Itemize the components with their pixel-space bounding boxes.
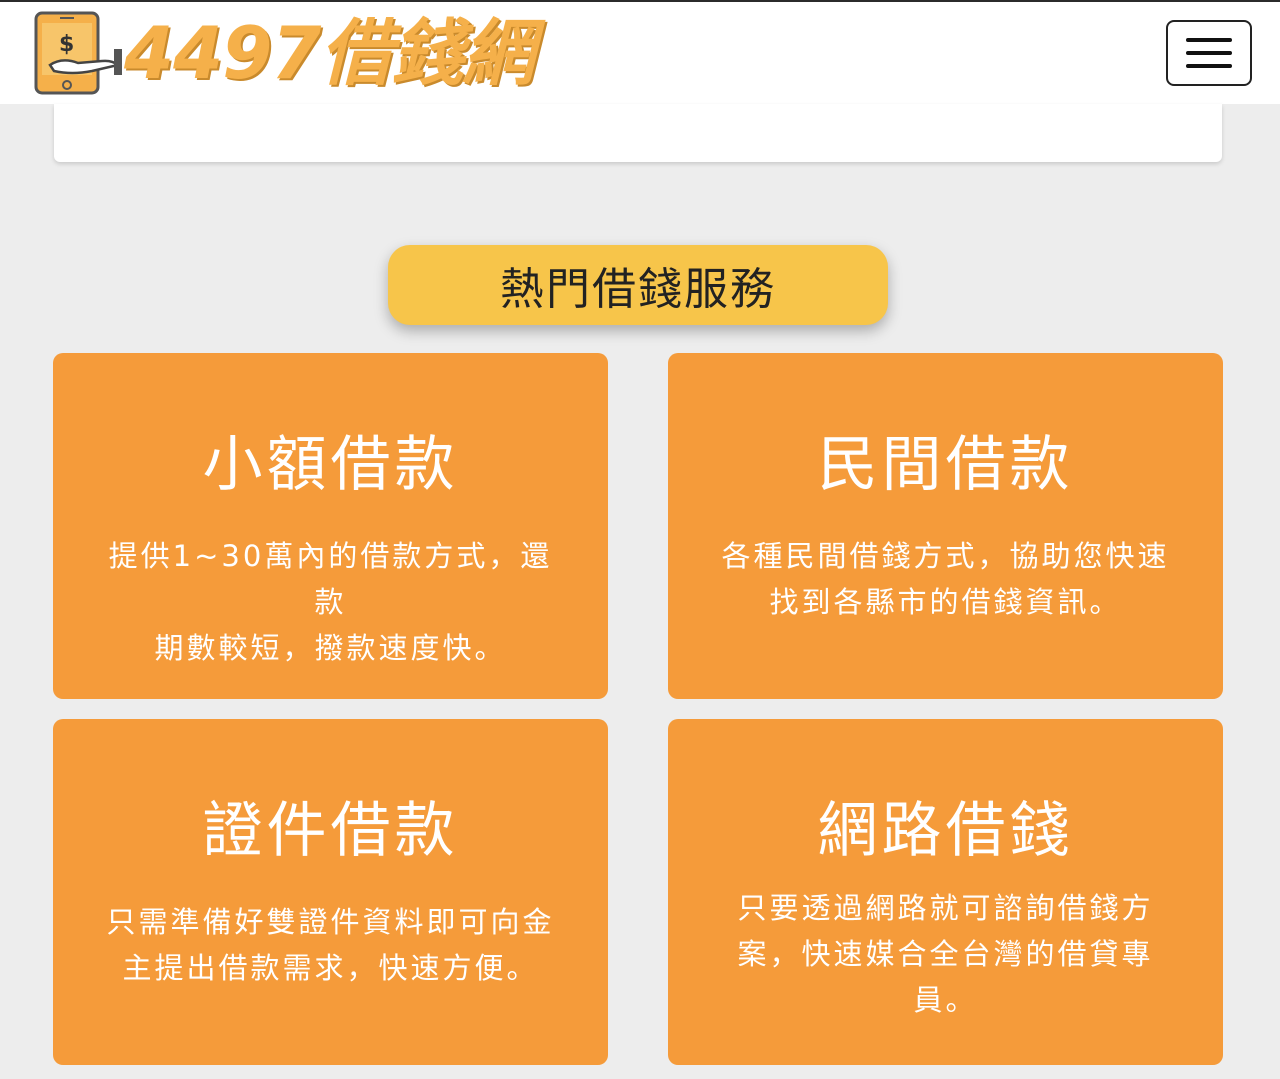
money-hand-phone-icon: $ bbox=[32, 9, 126, 97]
menu-bar bbox=[1186, 38, 1232, 42]
desc-line: 只需準備好雙證件資料即可向金 bbox=[106, 905, 555, 939]
desc-line: 主提出借款需求，快速方便。 bbox=[122, 951, 539, 985]
service-title: 證件借款 bbox=[202, 796, 459, 866]
menu-bar bbox=[1186, 51, 1232, 55]
service-description: 提供1~30萬內的借款方式，還款 期數較短，撥款速度快。 bbox=[93, 533, 568, 671]
menu-bar bbox=[1186, 64, 1232, 68]
service-card-small-loan[interactable]: 小額借款 提供1~30萬內的借款方式，還款 期數較短，撥款速度快。 bbox=[53, 353, 608, 699]
service-card-private-loan[interactable]: 民間借款 各種民間借錢方式，協助您快速 找到各縣市的借錢資訊。 bbox=[668, 353, 1223, 699]
desc-line: 員。 bbox=[913, 983, 978, 1017]
service-card-id-loan[interactable]: 證件借款 只需準備好雙證件資料即可向金 主提出借款需求，快速方便。 bbox=[53, 719, 608, 1065]
desc-line: 只要透過網路就可諮詢借錢方 bbox=[737, 891, 1154, 925]
desc-line: 期數較短，撥款速度快。 bbox=[154, 631, 507, 665]
desc-line: 案，快速媒合全台灣的借貸專 bbox=[737, 937, 1154, 971]
service-description: 各種民間借錢方式，協助您快速 找到各縣市的借錢資訊。 bbox=[708, 533, 1183, 625]
content-card bbox=[54, 104, 1222, 162]
service-title: 小額借款 bbox=[202, 430, 459, 500]
top-navbar: $ 4497借錢網 bbox=[0, 0, 1280, 104]
section-title: 熱門借錢服務 bbox=[388, 245, 888, 325]
svg-text:$: $ bbox=[59, 32, 74, 57]
desc-line: 提供1~30萬內的借款方式，還款 bbox=[108, 539, 553, 619]
desc-line: 找到各縣市的借錢資訊。 bbox=[769, 585, 1122, 619]
service-title: 網路借錢 bbox=[817, 796, 1074, 866]
logo-text: 4497借錢網 bbox=[124, 11, 534, 95]
site-logo[interactable]: $ 4497借錢網 bbox=[32, 8, 534, 98]
service-title: 民間借款 bbox=[817, 430, 1074, 500]
service-card-online-loan[interactable]: 網路借錢 只要透過網路就可諮詢借錢方 案，快速媒合全台灣的借貸專 員。 bbox=[668, 719, 1223, 1065]
hamburger-menu-icon[interactable] bbox=[1166, 20, 1252, 86]
desc-line: 各種民間借錢方式，協助您快速 bbox=[721, 539, 1170, 573]
service-description: 只要透過網路就可諮詢借錢方 案，快速媒合全台灣的借貸專 員。 bbox=[728, 885, 1163, 1023]
service-description: 只需準備好雙證件資料即可向金 主提出借款需求，快速方便。 bbox=[93, 899, 568, 991]
